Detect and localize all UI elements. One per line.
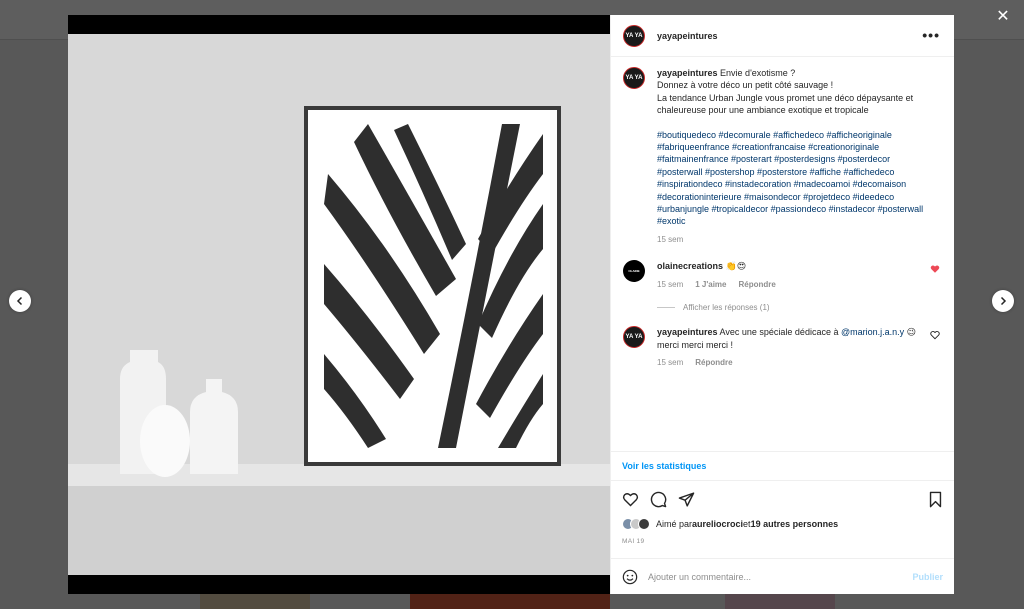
avatar[interactable]: YA YA bbox=[623, 326, 645, 349]
comment-username[interactable]: yayapeintures bbox=[657, 327, 718, 337]
replies-divider bbox=[657, 307, 675, 309]
likes-middle: et bbox=[743, 519, 751, 529]
avatar[interactable]: YA YA bbox=[623, 24, 645, 47]
caption-body: yayapeintures Envie d'exotisme ? Donnez … bbox=[657, 67, 927, 246]
show-replies-label: Afficher les réponses (1) bbox=[683, 303, 770, 313]
likes-others[interactable]: 19 autres personnes bbox=[751, 519, 839, 529]
comments-list: YA YA yayapeintures Envie d'exotisme ? D… bbox=[611, 57, 954, 451]
reply-button[interactable]: Répondre bbox=[695, 357, 732, 369]
heart-icon[interactable] bbox=[930, 330, 940, 340]
comment-text: Avec une spéciale dédicace à bbox=[719, 327, 841, 338]
comment-mention[interactable]: @marion.j.a.n.y bbox=[841, 327, 904, 337]
close-icon[interactable]: ✕ bbox=[994, 8, 1012, 26]
share-icon[interactable] bbox=[678, 491, 695, 508]
comment-body: yayapeintures Avec une spéciale dédicace… bbox=[657, 326, 927, 369]
avatar[interactable]: OLAINE bbox=[623, 260, 645, 283]
comment-item: YA YA yayapeintures Avec une spéciale dé… bbox=[623, 326, 942, 369]
comment-username[interactable]: olainecreations bbox=[657, 261, 723, 271]
bookmark-icon[interactable] bbox=[927, 491, 944, 508]
comment-time: 15 sem bbox=[657, 357, 684, 367]
likes-user[interactable]: aureliocroci bbox=[692, 519, 743, 529]
post-side-panel: YA YA yayapeintures ••• YA YA yayapeintu… bbox=[610, 15, 954, 594]
comment-text: 👏😍 bbox=[725, 261, 747, 272]
comment-body: olainecreations 👏😍 15 sem 1 J'aime Répon… bbox=[657, 260, 927, 291]
caption-hashtags[interactable]: #boutiquedeco #decomurale #affichedeco #… bbox=[657, 129, 927, 228]
caption-username[interactable]: yayapeintures bbox=[657, 68, 718, 78]
liker-avatars bbox=[622, 518, 650, 530]
post-photo bbox=[68, 34, 610, 575]
next-post-button[interactable] bbox=[992, 290, 1014, 312]
heart-icon[interactable] bbox=[622, 491, 639, 508]
chevron-left-icon bbox=[16, 296, 23, 306]
add-comment-bar: Publier bbox=[611, 558, 954, 594]
comment-item: OLAINE olainecreations 👏😍 15 sem 1 J'aim… bbox=[623, 260, 942, 291]
likes-summary: Aimé par aureliocroci et 19 autres perso… bbox=[622, 518, 838, 530]
comment-icon[interactable] bbox=[650, 491, 667, 508]
emoji-icon[interactable] bbox=[622, 569, 638, 585]
post-username[interactable]: yayapeintures bbox=[657, 31, 718, 41]
post-media bbox=[68, 15, 610, 594]
previous-post-button[interactable] bbox=[9, 290, 31, 312]
view-stats-link[interactable]: Voir les statistiques bbox=[611, 451, 954, 481]
post-date: MAI 19 bbox=[622, 538, 645, 545]
post-actions bbox=[622, 489, 944, 509]
reply-button[interactable]: Répondre bbox=[739, 279, 776, 291]
comment-input[interactable] bbox=[648, 571, 913, 582]
avatar[interactable]: YA YA bbox=[623, 67, 645, 89]
chevron-right-icon bbox=[1000, 296, 1007, 306]
comment-time: 15 sem bbox=[657, 279, 684, 289]
post-modal: YA YA yayapeintures ••• YA YA yayapeintu… bbox=[68, 15, 954, 594]
post-header: YA YA yayapeintures bbox=[611, 15, 954, 57]
caption-time: 15 sem bbox=[657, 234, 684, 244]
likes-prefix: Aimé par bbox=[656, 519, 693, 529]
more-icon[interactable]: ••• bbox=[922, 28, 940, 42]
avatar bbox=[638, 518, 650, 530]
publish-button[interactable]: Publier bbox=[912, 572, 943, 582]
poster-mockup-image bbox=[68, 34, 610, 575]
heart-icon[interactable] bbox=[930, 264, 940, 274]
comment-likes[interactable]: 1 J'aime bbox=[695, 279, 726, 291]
caption: YA YA yayapeintures Envie d'exotisme ? D… bbox=[623, 67, 942, 246]
show-replies-button[interactable]: Afficher les réponses (1) bbox=[657, 303, 942, 312]
